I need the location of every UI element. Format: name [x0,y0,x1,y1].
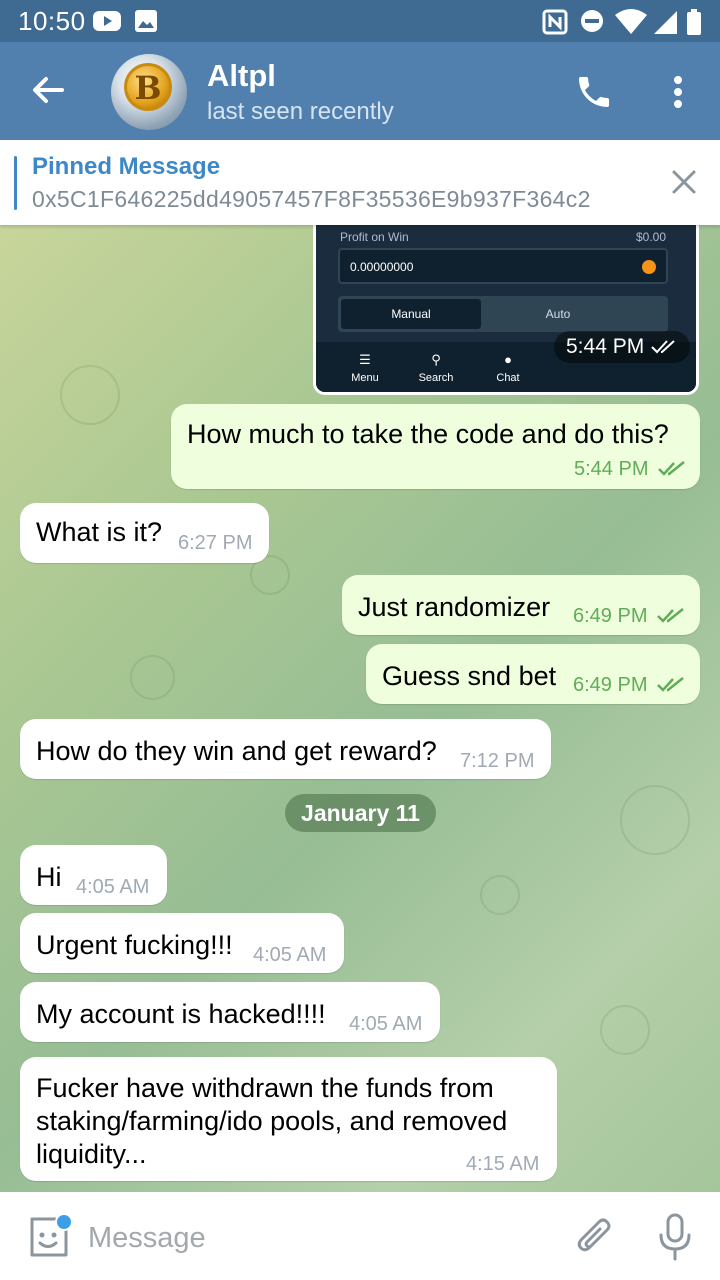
notification-dot [55,1213,73,1231]
message-input[interactable]: Message [88,1222,206,1255]
image-icon [135,10,157,32]
message-bubble[interactable]: Urgent fucking!!! 4:05 AM [20,913,344,973]
avatar[interactable]: B [111,54,187,130]
pinned-title: Pinned Message [32,153,221,180]
battery-icon [687,9,701,35]
paperclip-icon[interactable] [574,1215,614,1259]
message-composer: Message [0,1192,720,1280]
message-bubble[interactable]: What is it? 6:27 PM [20,503,269,563]
pinned-message[interactable]: Pinned Message 0x5C1F646225dd49057457F8F… [0,140,720,225]
back-arrow-icon[interactable] [28,70,68,110]
image-message[interactable]: Profit on Win $0.00 0.00000000 Manual Au… [313,225,699,395]
bitcoin-icon: B [124,63,172,111]
message-time: 5:44 PM [554,331,691,363]
chat-header: B Altpl last seen recently [0,42,720,140]
youtube-icon [93,11,121,31]
screenshot-amount: $0.00 [635,230,666,244]
message-bubble[interactable]: Hi 4:05 AM [20,845,167,905]
date-separator: January 11 [285,794,436,832]
screenshot-tabs: Manual Auto [338,296,668,332]
double-check-icon [657,608,684,623]
wifi-icon [615,9,647,34]
signal-icon [654,11,677,34]
chat-status: last seen recently [207,98,394,125]
close-icon[interactable] [670,168,698,196]
message-bubble[interactable]: My account is hacked!!!! 4:05 AM [20,982,440,1042]
phone-icon[interactable] [574,72,614,112]
more-vertical-icon[interactable] [664,72,692,112]
message-bubble[interactable]: How do they win and get reward? 7:12 PM [20,719,551,779]
message-bubble[interactable]: Just randomizer 6:49 PM [342,575,700,635]
screenshot-input: 0.00000000 [338,248,668,284]
status-bar: 10:50 [0,0,720,42]
pinned-text: 0x5C1F646225dd49057457F8F35536E9b937F364… [32,186,591,212]
search-icon: ⚲ [431,352,441,367]
message-bubble[interactable]: Guess snd bet 6:49 PM [366,644,700,704]
bitcoin-icon [642,260,656,274]
status-time: 10:50 [18,6,86,36]
message-list[interactable]: Profit on Win $0.00 0.00000000 Manual Au… [0,225,720,1192]
nfc-icon [542,9,568,35]
chat-icon: ● [504,352,512,367]
chat-title[interactable]: Altpl [207,58,276,94]
double-check-icon [651,340,675,354]
double-check-icon [657,677,684,692]
microphone-icon[interactable] [655,1212,695,1262]
pinned-accent-bar [14,156,17,210]
message-bubble[interactable]: How much to take the code and do this? 5… [171,404,700,489]
do-not-disturb-icon [581,10,603,32]
menu-icon: ☰ [359,352,371,367]
message-bubble[interactable]: Fucker have withdrawn the funds from sta… [20,1057,557,1181]
double-check-icon [658,461,685,476]
screenshot-label: Profit on Win [340,230,409,244]
